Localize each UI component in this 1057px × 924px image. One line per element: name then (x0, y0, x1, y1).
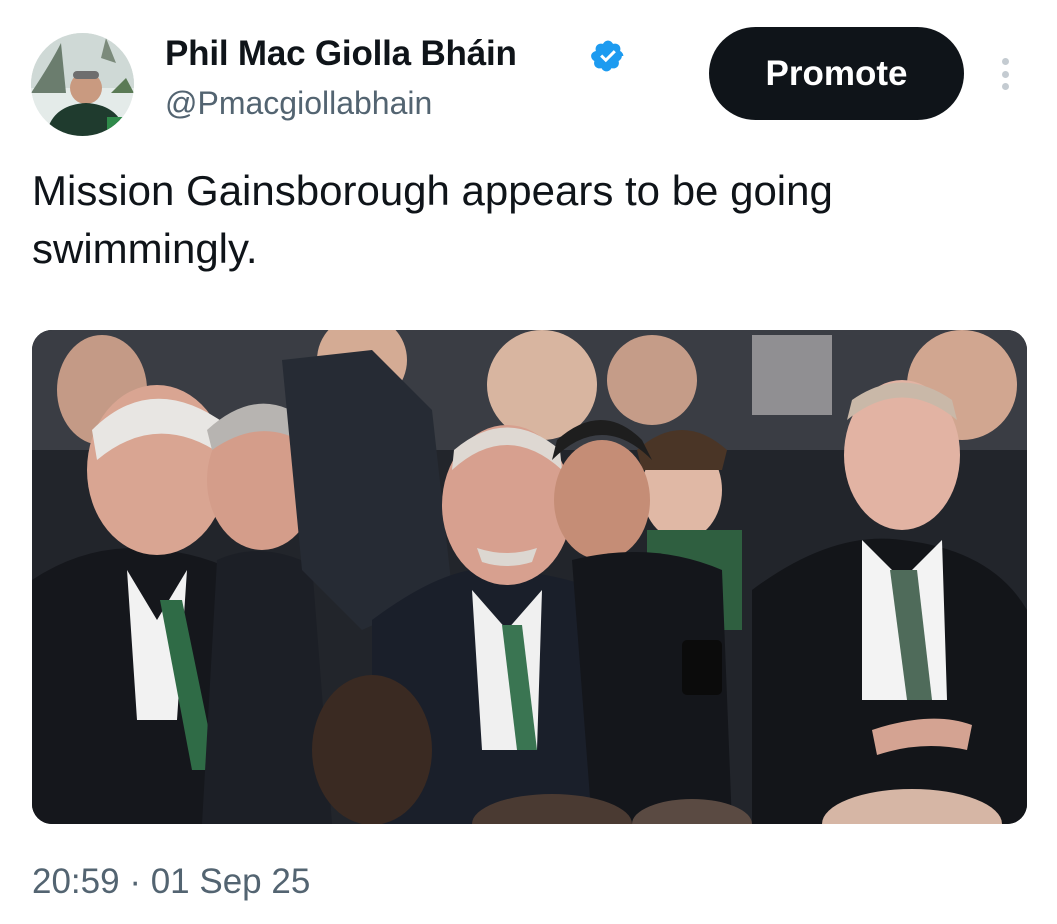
tweet-timestamp[interactable]: 20:59 · 01 Sep 25 (32, 862, 310, 902)
tweet-text-line: Mission Gainsborough appears to be going (32, 167, 833, 214)
author-avatar[interactable] (31, 33, 134, 136)
ellipsis-dot (1001, 58, 1009, 65)
author-handle[interactable]: @Pmacgiollabhain (165, 85, 432, 122)
timestamp-separator: · (129, 862, 141, 901)
photo-image (32, 330, 1027, 824)
vertical-ellipsis-icon[interactable] (990, 54, 1020, 94)
avatar-photo (31, 33, 134, 136)
tweet-text-line: swimmingly. (32, 225, 258, 272)
ellipsis-dot (1001, 83, 1009, 90)
tweet-date: 01 Sep 25 (150, 862, 311, 901)
tweet-photo[interactable] (32, 330, 1027, 824)
verified-badge-icon[interactable] (590, 38, 626, 74)
promote-button[interactable]: Promote (709, 27, 964, 120)
tweet-time: 20:59 (32, 862, 120, 901)
ellipsis-dot (1001, 70, 1009, 78)
author-display-name[interactable]: Phil Mac Giolla Bháin (165, 34, 517, 74)
tweet-text: Mission Gainsborough appears to be going… (32, 162, 1022, 278)
